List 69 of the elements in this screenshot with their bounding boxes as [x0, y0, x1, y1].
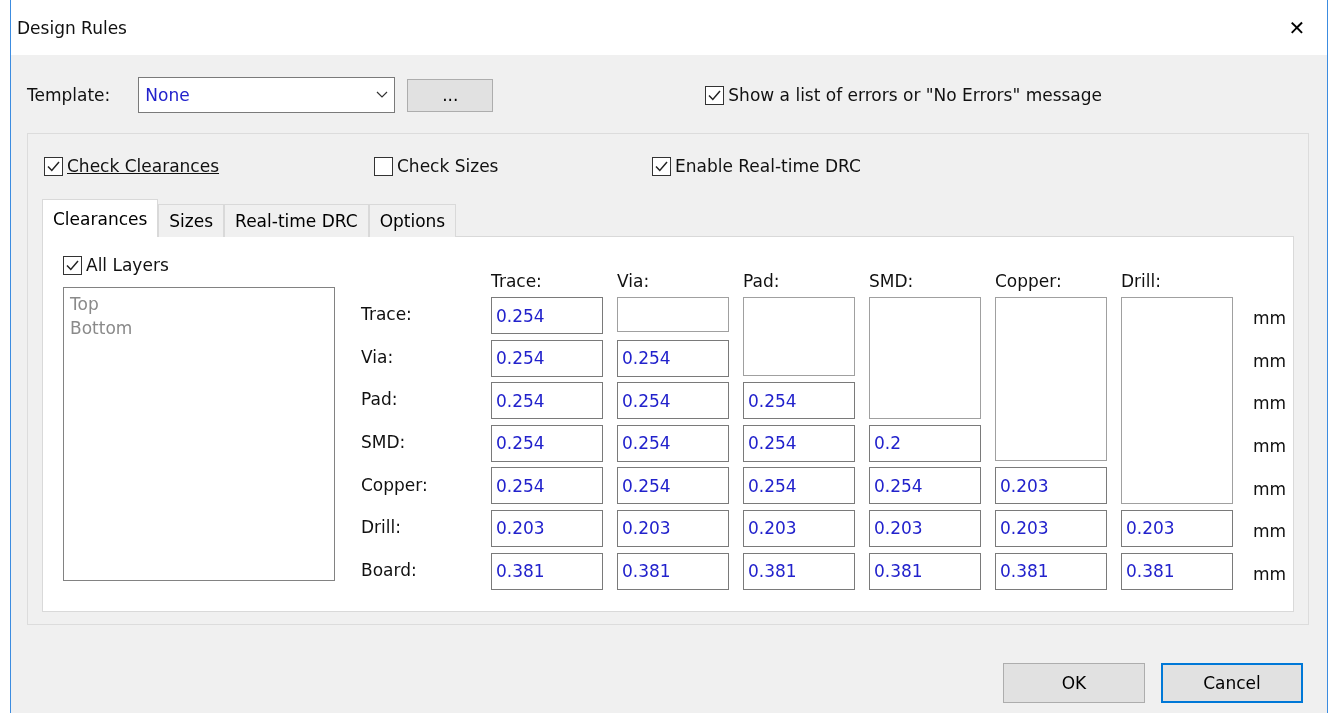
value-field[interactable]: 0.203 [617, 509, 729, 547]
value-field[interactable]: 0.381 [743, 552, 855, 590]
column-header: SMD: [869, 271, 914, 293]
row-label: Trace: [361, 304, 412, 325]
window-title: Design Rules [17, 17, 127, 38]
unit-label: mm [1252, 478, 1288, 499]
checkbox-label: Enable Real-time DRC [675, 156, 861, 176]
value-field[interactable]: 0.203 [869, 509, 981, 547]
value-field[interactable]: 0.381 [491, 552, 603, 590]
checkbox-label: Check Clearances [67, 156, 219, 176]
value-field[interactable]: 0.254 [617, 382, 729, 420]
value-field[interactable]: 0.254 [491, 467, 603, 505]
column-header: Via: [617, 271, 650, 293]
value-field[interactable]: 0.254 [869, 467, 981, 505]
value-field[interactable]: 0.203 [743, 509, 855, 547]
value-field[interactable]: 0.381 [995, 552, 1107, 590]
row-label: Copper: [361, 474, 428, 495]
unit-label: mm [1252, 350, 1288, 371]
tab[interactable]: Options [368, 204, 457, 237]
value-field[interactable]: 0.254 [617, 467, 729, 505]
checkbox[interactable] [44, 156, 63, 176]
column-header: Pad: [743, 271, 780, 293]
tab[interactable]: Sizes [158, 204, 225, 237]
row-label: Pad: [361, 389, 398, 410]
value-field[interactable]: 0.203 [491, 509, 603, 547]
value-field[interactable]: 0.254 [491, 382, 603, 420]
unit-label: mm [1252, 436, 1288, 457]
row-label: Drill: [361, 517, 401, 538]
value-field[interactable]: 0.254 [491, 424, 603, 462]
value-field[interactable]: 0.254 [743, 467, 855, 505]
checkbox[interactable] [652, 156, 671, 176]
value-field[interactable]: 0.381 [617, 552, 729, 590]
checkbox-label: All Layers [86, 255, 169, 275]
value-field[interactable]: 0.254 [491, 297, 603, 334]
value-field[interactable]: 0.254 [617, 339, 729, 377]
tab[interactable]: Real-time DRC [224, 204, 369, 237]
value-field[interactable]: 0.203 [1121, 509, 1233, 547]
value-field[interactable]: 0.254 [743, 382, 855, 420]
unit-label: mm [1252, 393, 1288, 414]
checkbox-label: Show a list of errors or "No Errors" message [728, 85, 1103, 105]
value-field[interactable]: 0.381 [1121, 552, 1233, 590]
cancel-button[interactable]: Cancel [1161, 663, 1303, 703]
ok-button[interactable]: OK [1003, 663, 1145, 703]
checkbox[interactable] [63, 255, 82, 275]
tab[interactable]: Clearances [42, 199, 159, 237]
column-header: Trace: [491, 271, 542, 293]
row-label: SMD: [361, 432, 406, 453]
unit-label: mm [1252, 521, 1288, 542]
template-dropdown[interactable]: None [138, 77, 396, 113]
column-header: Drill: [1121, 271, 1161, 293]
row-label: Via: [361, 346, 394, 367]
unit-label: mm [1252, 308, 1288, 329]
value-field[interactable]: 0.254 [617, 424, 729, 462]
value-field[interactable]: 0.381 [869, 552, 981, 590]
value-field[interactable]: 0.2 [869, 424, 981, 462]
close-button[interactable]: ✕ [1277, 7, 1317, 48]
value-field[interactable]: 0.254 [743, 424, 855, 462]
browse-button[interactable]: ... [407, 78, 494, 112]
value-field[interactable]: 0.203 [995, 509, 1107, 547]
checkbox[interactable] [705, 85, 725, 105]
checkbox-label: Check Sizes [397, 156, 499, 176]
unit-label: mm [1252, 563, 1288, 584]
row-label: Board: [361, 559, 417, 580]
column-header: Copper: [995, 271, 1062, 293]
template-label: Template: [27, 85, 111, 105]
chevron-down-icon [376, 91, 389, 99]
checkbox[interactable] [374, 156, 393, 176]
value-field[interactable]: 0.203 [995, 467, 1107, 505]
value-field[interactable]: 0.254 [491, 339, 603, 377]
